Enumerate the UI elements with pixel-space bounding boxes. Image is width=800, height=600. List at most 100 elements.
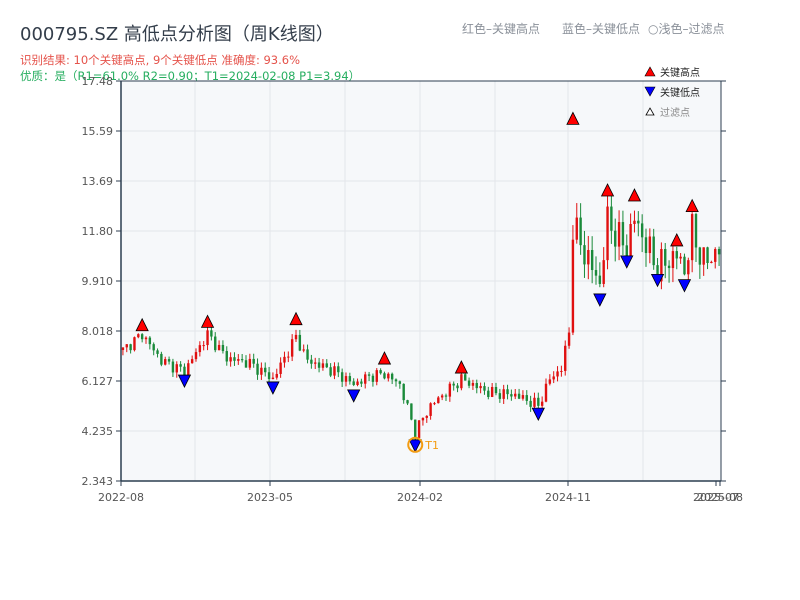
candle-body [329, 367, 331, 375]
candle-body [495, 387, 497, 393]
candle-body [291, 339, 293, 356]
candle-body [556, 371, 558, 376]
candle-body [387, 374, 389, 379]
y-tick-label: 15.59 [82, 125, 114, 138]
candle-body [372, 376, 374, 382]
candle-body [710, 262, 712, 263]
candle-body [241, 359, 243, 360]
candle-body [222, 345, 224, 351]
candle-body [610, 207, 612, 231]
candle-body [191, 359, 193, 363]
candle-body [702, 247, 704, 264]
candlestick-chart: 17.4815.5913.6911.809.9108.0186.1274.235… [0, 0, 800, 600]
candle-body [464, 374, 466, 380]
candle-body [333, 366, 335, 375]
x-tick-label: 2025-08 [697, 491, 743, 504]
candle-body [429, 403, 431, 416]
candle-body [626, 245, 628, 257]
candle-body [545, 384, 547, 402]
candle-body [587, 250, 589, 264]
candle-body [245, 360, 247, 367]
candle-body [337, 366, 339, 372]
candle-body [633, 221, 635, 224]
x-tick-label: 2024-02 [397, 491, 443, 504]
candle-body [452, 384, 454, 386]
y-tick-label: 4.235 [82, 425, 114, 438]
candle-body [360, 382, 362, 384]
candle-body [591, 250, 593, 270]
candle-body [418, 420, 420, 438]
candle-body [568, 333, 570, 346]
candle-body [602, 260, 604, 284]
candle-body [195, 352, 197, 359]
candle-body [483, 386, 485, 391]
candle-body [406, 400, 408, 403]
candle-body [268, 372, 270, 379]
candle-body [622, 222, 624, 245]
candle-body [326, 363, 328, 367]
candle-body [614, 231, 616, 247]
candle-body [649, 237, 651, 254]
candle-body [214, 337, 216, 351]
candle-body [299, 335, 301, 351]
candle-body [349, 376, 351, 381]
candle-body [399, 381, 401, 384]
y-tick-label: 9.910 [82, 275, 114, 288]
candle-body [472, 383, 474, 386]
candle-body [445, 395, 447, 396]
candle-body [149, 338, 151, 345]
candle-body [683, 257, 685, 275]
candle-body [433, 403, 435, 404]
candle-body [541, 402, 543, 406]
candle-body [199, 345, 201, 352]
candle-body [599, 276, 601, 284]
candle-body [718, 249, 720, 254]
t1-label: T1 [424, 439, 439, 452]
candle-body [402, 384, 404, 400]
candle-body [260, 368, 262, 375]
candle-body [206, 330, 208, 345]
candle-body [152, 344, 154, 350]
candle-body [564, 346, 566, 371]
candle-body [668, 266, 670, 268]
candle-body [560, 371, 562, 372]
candle-body [645, 237, 647, 253]
candle-body [579, 218, 581, 246]
candle-body [179, 364, 181, 366]
candle-body [122, 347, 124, 350]
candle-body [264, 368, 266, 372]
candle-body [672, 251, 674, 268]
candle-body [141, 334, 143, 339]
candle-body [526, 395, 528, 401]
candle-body [426, 416, 428, 418]
candle-body [714, 249, 716, 262]
candle-body [676, 251, 678, 258]
candle-body [664, 249, 666, 266]
candle-body [287, 357, 289, 358]
candle-body [345, 376, 347, 382]
candle-body [129, 344, 131, 350]
y-tick-label: 17.48 [82, 75, 114, 88]
candle-body [641, 223, 643, 237]
candle-body [552, 376, 554, 379]
candle-body [279, 363, 281, 374]
candle-body [164, 359, 166, 365]
candle-body [283, 357, 285, 363]
candle-body [499, 393, 501, 399]
legend-label: 关键低点 [660, 86, 700, 99]
candle-body [322, 363, 324, 367]
candle-body [572, 240, 574, 333]
candle-body [518, 394, 520, 399]
x-tick-label: 2024-11 [545, 491, 591, 504]
candle-body [522, 395, 524, 399]
legend-label: 过滤点 [660, 106, 690, 119]
candle-body [618, 222, 620, 247]
candle-body [595, 270, 597, 276]
y-tick-label: 13.69 [82, 175, 114, 188]
candle-body [637, 221, 639, 224]
candle-body [187, 363, 189, 375]
candle-body [306, 349, 308, 359]
candle-body [168, 359, 170, 362]
candle-body [137, 334, 139, 337]
candle-body [699, 247, 701, 264]
